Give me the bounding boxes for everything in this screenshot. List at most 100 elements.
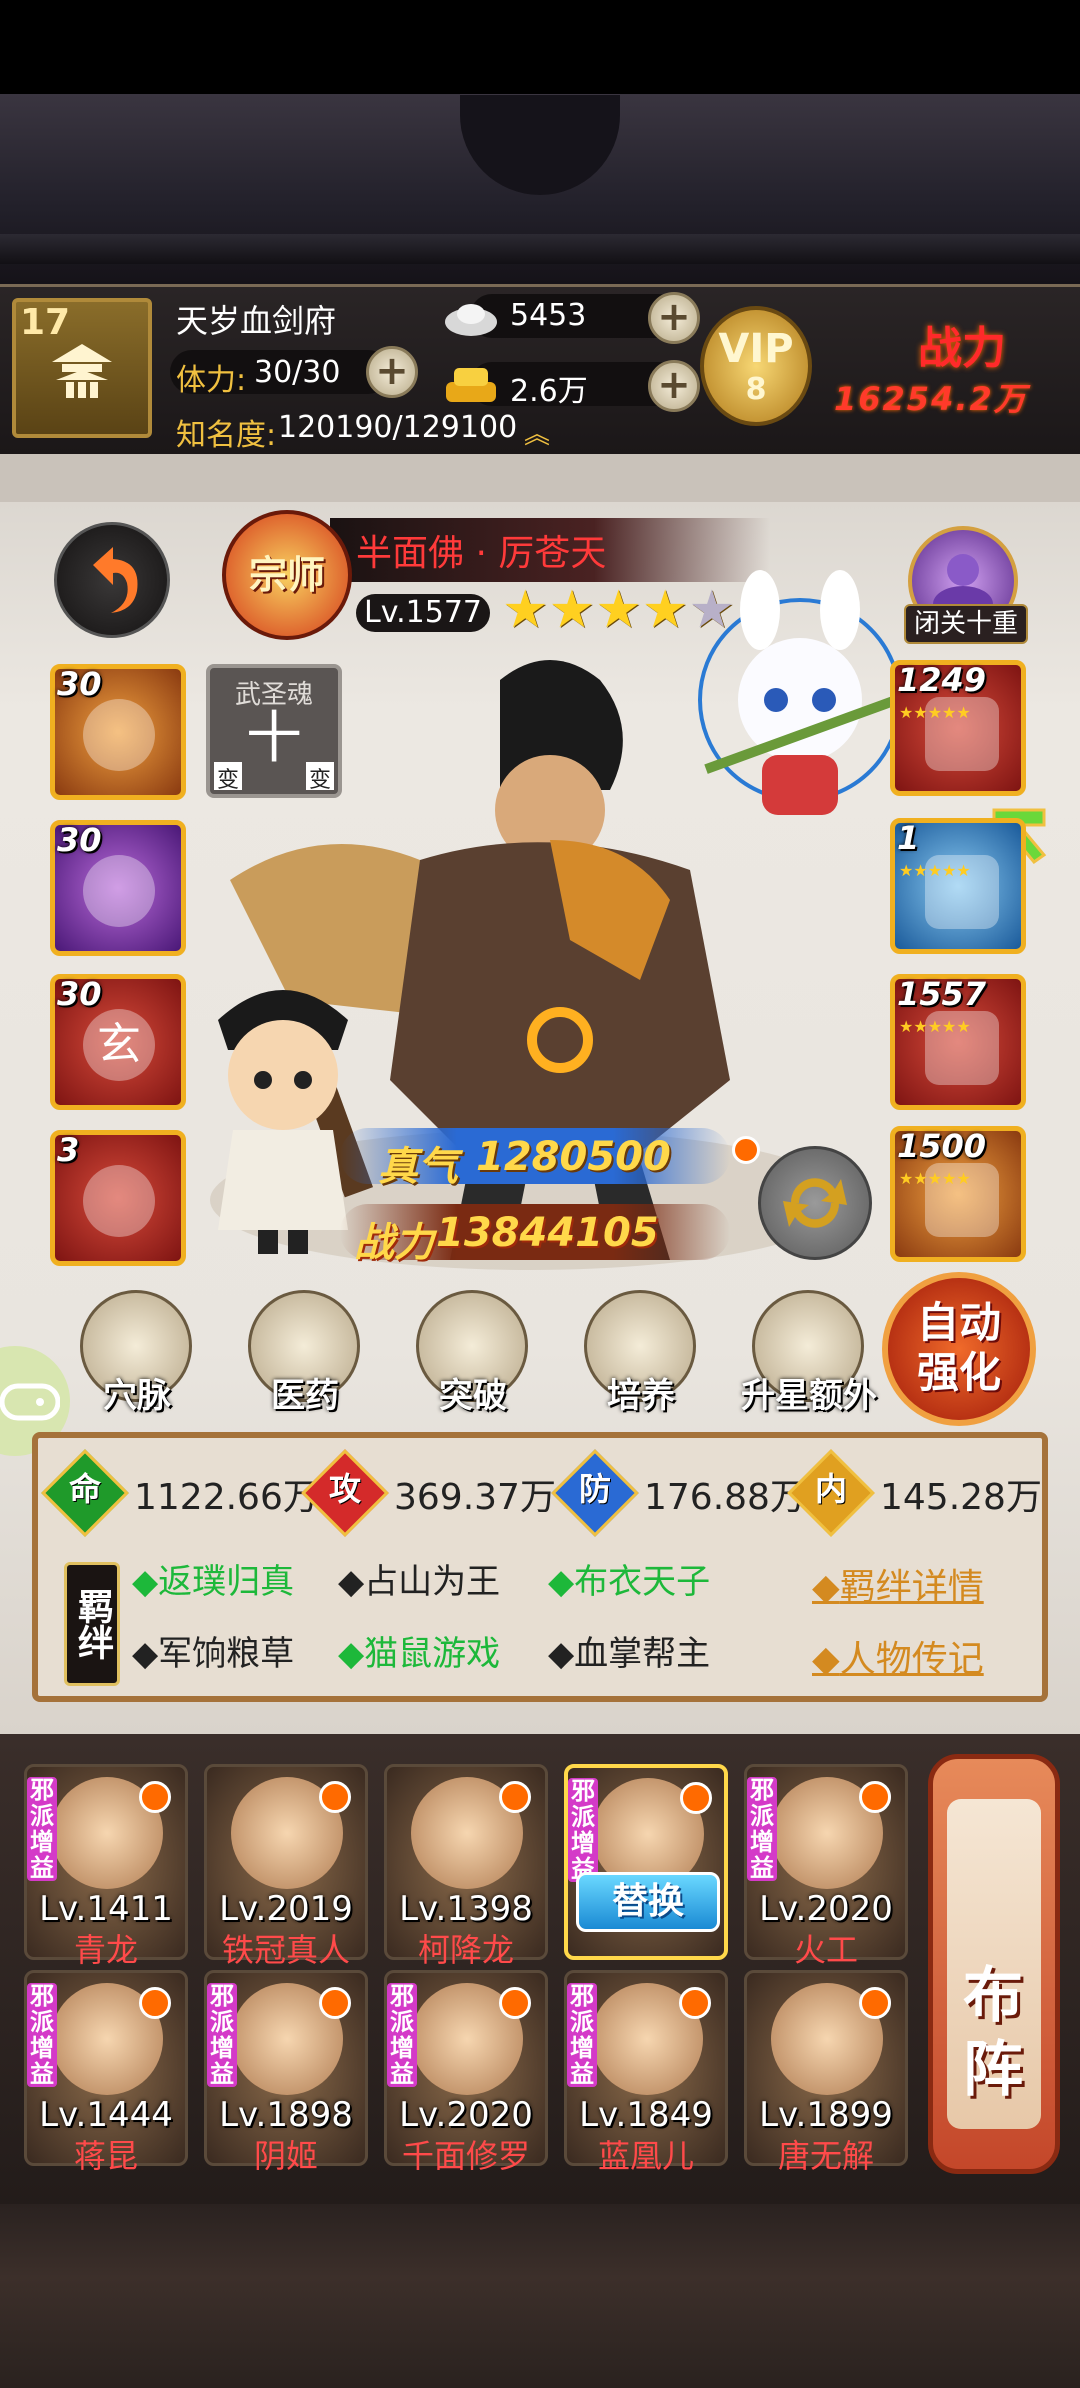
- member-level: Lv.1411: [39, 1889, 173, 1929]
- stat-name: 内: [814, 1470, 847, 1508]
- member-level: Lv.1899: [759, 2095, 893, 2135]
- rabbit-pet: [698, 570, 902, 815]
- menu-meridian-button[interactable]: 穴脉: [62, 1290, 212, 1420]
- team-member-card[interactable]: 邪派增益 Lv.1444 蒋昆: [24, 1970, 188, 2175]
- silver-plus-button[interactable]: +: [648, 292, 700, 344]
- evil-faction-tag: 邪派增益: [27, 1983, 57, 2087]
- equip-slot-4[interactable]: 1500 ★★★★★: [890, 1126, 1026, 1262]
- true-qi-alert-dot: [732, 1136, 760, 1164]
- member-name: 蓝凰儿: [597, 2137, 694, 2175]
- bond-name: 占山为王: [364, 1562, 501, 1602]
- martial-soul-right-tag: 变: [306, 762, 334, 793]
- biography-text: 人物传记: [839, 1639, 984, 1680]
- bottom-decoration: [0, 2204, 1080, 2388]
- star-icon: ★: [595, 580, 642, 640]
- equip-star-column: ★★★★★: [899, 1169, 971, 1188]
- equip-slot-3[interactable]: 1557 ★★★★★: [890, 974, 1026, 1110]
- seclusion-label: 闭关十重: [904, 604, 1028, 644]
- vip-button[interactable]: VIP 8: [700, 306, 812, 426]
- replace-button[interactable]: 替换: [576, 1872, 720, 1932]
- skill-slot-4[interactable]: 3: [50, 1130, 186, 1266]
- team-member-card[interactable]: 邪派增益 替换: [564, 1764, 728, 1960]
- bond-item[interactable]: ◆猫鼠游戏: [338, 1626, 500, 1675]
- skill-slot-2[interactable]: 30: [50, 820, 186, 956]
- alert-dot: [319, 1987, 351, 2019]
- skill-slot-level: 3: [57, 1131, 80, 1169]
- team-member-card[interactable]: Lv.2019 铁冠真人: [204, 1764, 368, 1969]
- member-level: Lv.1849: [579, 2095, 713, 2135]
- member-level: Lv.1444: [39, 2095, 173, 2135]
- equip-star-column: ★★★★★: [899, 861, 971, 880]
- panel-top-strip: [0, 454, 1080, 502]
- bond-name: 猫鼠游戏: [364, 1634, 501, 1674]
- skill-slot-3[interactable]: 玄 30: [50, 974, 186, 1110]
- member-name: 唐无解: [777, 2137, 874, 2175]
- star-icon: ★: [548, 580, 596, 640]
- equip-slot-1[interactable]: 1249 ★★★★★: [890, 660, 1026, 796]
- stat-value: 176.88万: [644, 1477, 806, 1518]
- total-power-label: 战力: [918, 323, 1006, 374]
- bond-detail-link[interactable]: ◆羁绊详情: [812, 1558, 984, 1610]
- expand-chevron-icon[interactable]: ︽: [524, 414, 550, 451]
- alert-dot: [499, 1987, 531, 2019]
- menu-training-button[interactable]: 培养: [566, 1290, 716, 1420]
- bond-item[interactable]: ◆返璞归真: [132, 1554, 294, 1603]
- formation-label: 布阵: [963, 1961, 1023, 2105]
- hero-level: Lv.1577: [364, 595, 483, 630]
- equip-slot-level: 1557: [897, 975, 987, 1013]
- return-arrow-icon: [93, 547, 138, 613]
- medallion-icon: [83, 1165, 155, 1237]
- menu-label: 穴脉: [103, 1376, 171, 1416]
- auto-strengthen-button[interactable]: 自动强化: [882, 1272, 1036, 1426]
- vip-level: 8: [745, 372, 767, 407]
- bond-detail-text: 羁绊详情: [839, 1567, 984, 1608]
- back-button[interactable]: [54, 522, 170, 638]
- alert-dot: [139, 1987, 171, 2019]
- equip-star-column: ★★★★★: [899, 1017, 971, 1036]
- skill-slot-1[interactable]: 30: [50, 664, 186, 800]
- team-member-card[interactable]: 邪派增益 Lv.1411 青龙: [24, 1764, 188, 1969]
- equip-slot-2[interactable]: 1 ★★★★★: [890, 818, 1026, 954]
- team-member-card[interactable]: Lv.1398 柯降龙: [384, 1764, 548, 1969]
- team-member-card[interactable]: 邪派增益 Lv.2020 火工: [744, 1764, 908, 1969]
- member-level: Lv.2020: [399, 2095, 533, 2135]
- martial-soul-slot[interactable]: 武圣魂 十 变 变: [206, 664, 342, 798]
- top-black-bar: [0, 0, 1080, 94]
- team-member-card[interactable]: 邪派增益 Lv.1849 蓝凰儿: [564, 1970, 728, 2175]
- alert-dot: [859, 1987, 891, 2019]
- fame-label: 知名度:: [176, 418, 277, 453]
- swap-hero-button[interactable]: [758, 1146, 872, 1260]
- bond-item[interactable]: ◆血掌帮主: [548, 1626, 710, 1675]
- team-member-card[interactable]: 邪派增益 Lv.1898 阴姬: [204, 1970, 368, 2175]
- bond-name: 返璞归真: [158, 1562, 295, 1602]
- member-name: 阴姬: [253, 2137, 318, 2175]
- menu-label: 培养: [607, 1376, 675, 1416]
- stat-name: 防: [578, 1470, 611, 1508]
- bond-item[interactable]: ◆军饷粮草: [132, 1626, 294, 1675]
- bond-item[interactable]: ◆占山为王: [338, 1554, 500, 1603]
- stat-value: 145.28万: [880, 1477, 1042, 1518]
- palm-icon: [83, 699, 155, 771]
- menu-herb-button[interactable]: 医药: [230, 1290, 380, 1420]
- auto-strengthen-label: 自动强化: [916, 1298, 1001, 1397]
- equip-slot-level: 1249: [897, 661, 987, 699]
- evil-faction-tag: 邪派增益: [567, 1983, 597, 2087]
- formation-button[interactable]: 布阵: [928, 1754, 1060, 2174]
- skill-slot-level: 30: [57, 975, 102, 1013]
- bond-item[interactable]: ◆布衣天子: [548, 1554, 710, 1603]
- alert-dot: [139, 1781, 171, 1813]
- stamina-value: 30/30: [254, 355, 341, 390]
- team-member-card[interactable]: Lv.1899 唐无解: [744, 1970, 908, 2175]
- stamina-plus-button[interactable]: +: [366, 346, 418, 398]
- biography-link[interactable]: ◆人物传记: [812, 1630, 984, 1682]
- equip-slot-level: 1500: [897, 1127, 987, 1165]
- alert-dot: [499, 1781, 531, 1813]
- evil-faction-tag: 邪派增益: [747, 1777, 777, 1881]
- gold-plus-button[interactable]: +: [648, 360, 700, 412]
- member-name: 千面修罗: [401, 2137, 530, 2175]
- menu-star-up-button[interactable]: 升星额外: [734, 1290, 884, 1420]
- martial-soul-char: 十: [246, 706, 302, 771]
- menu-breakthrough-button[interactable]: 突破: [398, 1290, 548, 1420]
- team-member-card[interactable]: 邪派增益 Lv.2020 千面修罗: [384, 1970, 548, 2175]
- xuan-icon: 玄: [83, 1009, 155, 1081]
